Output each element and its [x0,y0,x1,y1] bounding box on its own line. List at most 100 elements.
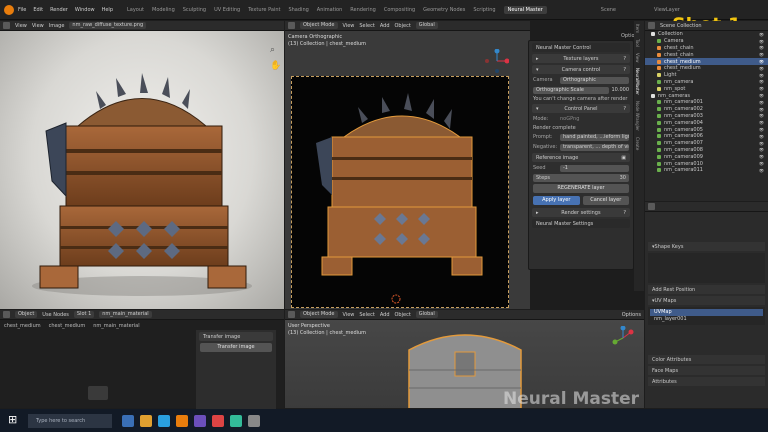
object-mode-dropdown[interactable]: Object Mode [300,22,338,29]
tab-item[interactable]: Item [635,24,640,33]
view-menu[interactable]: View [15,23,27,29]
select-menu[interactable]: Select [359,312,374,318]
image-name-field[interactable]: nm_raw_diffuse_texture.png [69,22,147,29]
seed-input[interactable]: -1 [560,164,629,172]
select-menu[interactable]: Select [359,23,374,29]
visibility-eye-icon[interactable]: 👁 [759,32,764,37]
workspace-tab-scripting[interactable]: Scripting [473,7,495,13]
visibility-eye-icon[interactable]: 👁 [759,73,764,78]
menu-help[interactable]: Help [102,7,113,13]
menu-render[interactable]: Render [50,7,68,13]
outliner-item[interactable]: chest_chain 👁 [645,45,768,52]
outliner-item[interactable]: Camera 👁 [645,38,768,45]
transfer-image-header[interactable]: Transfer image [199,332,273,341]
outliner-item[interactable]: nm_cameras 👁 [645,92,768,99]
uv-maps-section[interactable]: ▾ UV Maps [648,296,765,305]
workspace-tab-rendering[interactable]: Rendering [350,7,376,13]
attributes-section[interactable]: Attributes [648,377,765,386]
apply-layer-button[interactable]: Apply layer [533,196,580,205]
uv-map-item[interactable]: UVMap [650,309,763,316]
editor-type-icon[interactable] [648,203,655,210]
taskbar-app-icon[interactable] [230,414,242,427]
workspace-tab-modeling[interactable]: Modeling [152,7,175,13]
outliner-item[interactable]: Light 👁 [645,72,768,79]
outliner-item[interactable]: chest_medium 👁 [645,58,768,65]
object-menu[interactable]: Object [395,312,411,318]
transform-orientation-dropdown[interactable]: Global [415,22,438,29]
visibility-eye-icon[interactable]: 👁 [759,127,764,132]
taskbar-app-icon[interactable] [194,414,206,427]
workspace-tab-texture-paint[interactable]: Texture Paint [248,7,280,13]
workspace-tab-geometry-nodes[interactable]: Geometry Nodes [423,7,465,13]
outliner-item[interactable]: nm_camera003 👁 [645,113,768,120]
visibility-eye-icon[interactable]: 👁 [759,79,764,84]
help-icon[interactable]: ? [623,106,626,112]
add-menu[interactable]: Add [380,312,390,318]
outliner-item[interactable]: Collection 👁 [645,31,768,38]
add-rest-position-row[interactable]: Add Rest Position [648,285,765,294]
outliner-item[interactable]: nm_camera010 👁 [645,160,768,167]
visibility-eye-icon[interactable]: 👁 [759,168,764,173]
render-settings-section[interactable]: ▸ Render settings? [532,208,630,217]
menu-window[interactable]: Window [75,7,95,13]
editor-type-icon[interactable] [288,311,295,318]
outliner-item[interactable]: chest_chain 👁 [645,51,768,58]
outliner-item[interactable]: nm_camera001 👁 [645,99,768,106]
outliner-item[interactable]: nm_camera004 👁 [645,119,768,126]
reference-image-row[interactable]: Reference image ▣ [532,153,630,162]
image-menu[interactable]: Image [49,23,65,29]
neural-master-control-header[interactable]: Neural Master Control [532,43,630,52]
editor-type-icon[interactable] [648,22,655,29]
view-menu[interactable]: View [343,312,355,318]
options-button[interactable]: Options [622,312,641,318]
object-menu[interactable]: Object [395,23,411,29]
visibility-eye-icon[interactable]: 👁 [759,45,764,50]
negative-prompt-input[interactable]: transparent, ... depth of view [560,143,629,151]
visibility-eye-icon[interactable]: 👁 [759,39,764,44]
texture-layers-section[interactable]: ▸ Texture layers? [532,54,630,63]
use-nodes-checkbox[interactable]: Use Nodes [42,312,69,318]
help-icon[interactable]: ? [623,56,626,62]
outliner-item[interactable]: nm_camera011 👁 [645,167,768,174]
tab-tool[interactable]: Tool [635,39,640,47]
menu-edit[interactable]: Edit [33,7,43,13]
taskbar-app-icon[interactable] [176,414,188,427]
visibility-eye-icon[interactable]: 👁 [759,141,764,146]
navigation-gizmo[interactable] [611,326,635,350]
visibility-eye-icon[interactable]: 👁 [759,59,764,64]
visibility-eye-icon[interactable]: 👁 [759,120,764,125]
add-menu[interactable]: Add [380,23,390,29]
outliner-item[interactable]: nm_camera007 👁 [645,140,768,147]
steps-field[interactable]: Steps 30 [533,174,629,182]
tab-node-wrangler[interactable]: Node Wrangler [635,101,640,131]
workspace-tab-layout[interactable]: Layout [127,7,144,13]
regenerate-layer-button[interactable]: REGENERATE layer [533,184,629,193]
image-icon[interactable]: ▣ [621,155,626,161]
zoom-icon[interactable]: ⌕ [270,45,275,55]
control-panel-section[interactable]: ▾ Control Panel? [532,104,630,113]
prompt-input[interactable]: hand painted, ...ieform lighting [560,133,629,141]
windows-start-icon[interactable]: ⊞ [8,414,20,426]
visibility-eye-icon[interactable]: 👁 [759,147,764,152]
outliner-item[interactable]: nm_camera 👁 [645,79,768,86]
uv-map-item[interactable]: nm_layer001 [650,316,763,323]
ortho-scale-value[interactable]: 10.000 [612,87,630,93]
camera-control-section[interactable]: ▾ Camera control? [532,65,630,74]
image-preview[interactable]: ⌕ ✋ [0,31,284,309]
outliner-item[interactable]: chest_medium 👁 [645,65,768,72]
ortho-scale-label[interactable]: Orthographic Scale [533,86,609,94]
editor-type-icon[interactable] [288,22,295,29]
visibility-eye-icon[interactable]: 👁 [759,107,764,112]
taskbar-app-icon[interactable] [158,414,170,427]
workspace-tab-sculpting[interactable]: Sculpting [183,7,206,13]
menu-file[interactable]: File [18,7,26,13]
workspace-tab-shading[interactable]: Shading [288,7,308,13]
cancel-layer-button[interactable]: Cancel layer [582,196,629,205]
shape-keys-section[interactable]: ▾ Shape Keys [648,242,765,251]
workspace-tab-uv-editing[interactable]: UV Editing [214,7,240,13]
outliner-item[interactable]: nm_spot 👁 [645,85,768,92]
taskbar-search-input[interactable]: Type here to search [28,413,112,428]
visibility-eye-icon[interactable]: 👁 [759,134,764,139]
pan-hand-icon[interactable]: ✋ [270,61,281,71]
view-menu[interactable]: View [343,23,355,29]
